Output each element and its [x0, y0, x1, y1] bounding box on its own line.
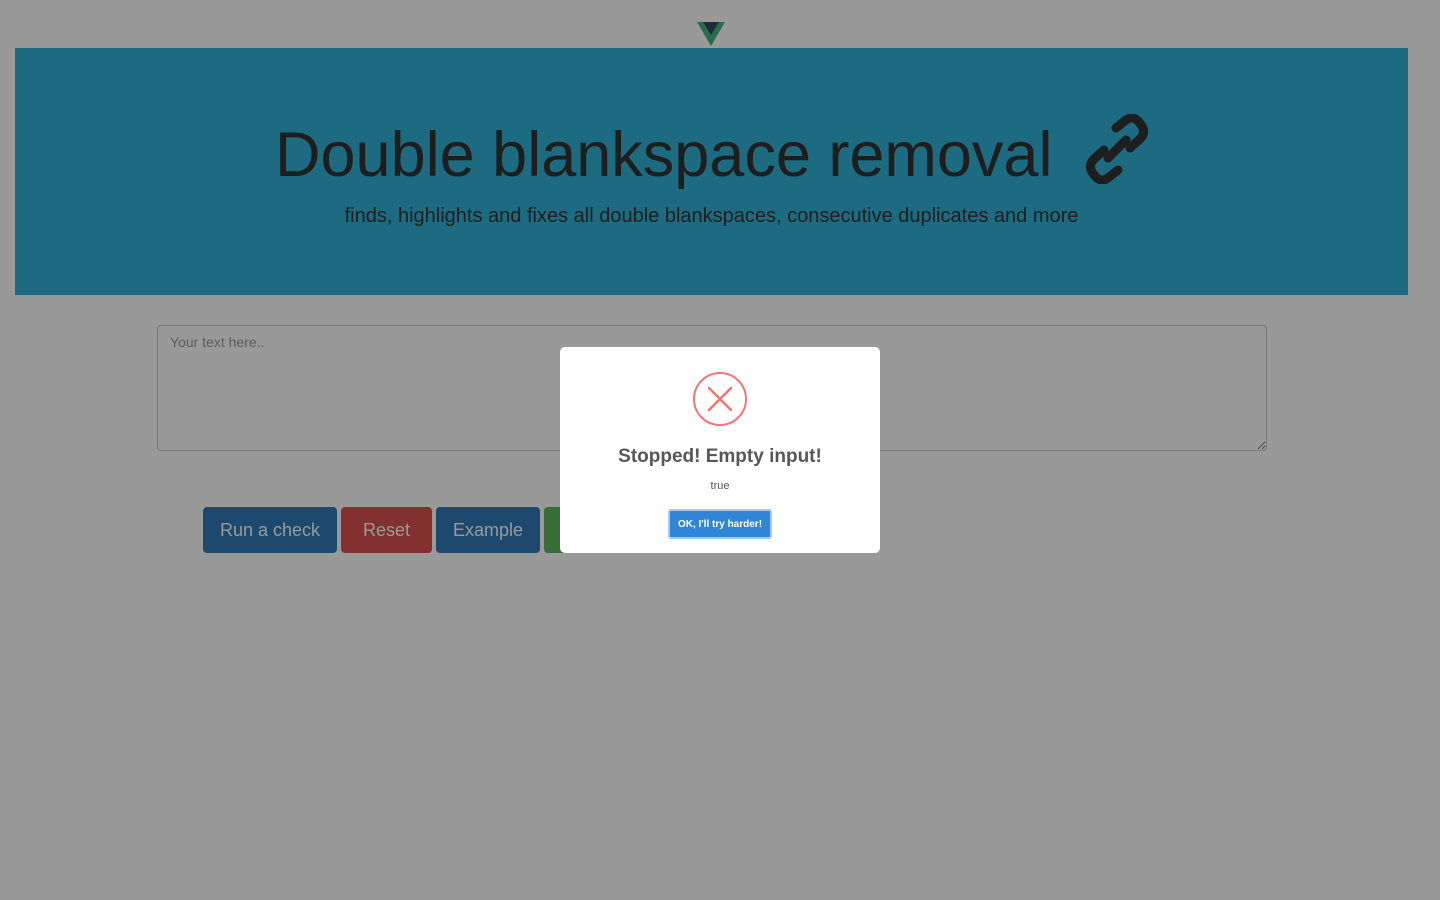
modal-text: true: [710, 480, 730, 492]
alert-modal: Stopped! Empty input! true OK, I'll try …: [560, 347, 880, 553]
modal-title: Stopped! Empty input!: [618, 446, 822, 467]
modal-confirm-button[interactable]: OK, I'll try harder!: [668, 509, 772, 539]
error-x-icon: [693, 372, 747, 426]
